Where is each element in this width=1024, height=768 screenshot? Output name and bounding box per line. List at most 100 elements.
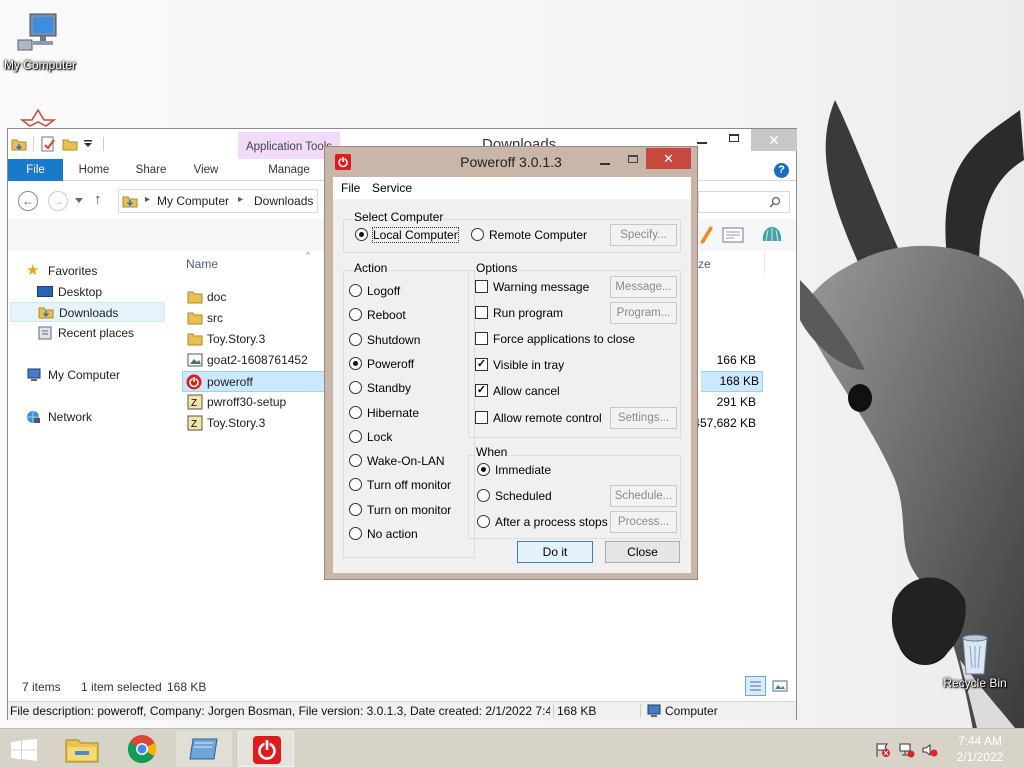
- computer-icon: [17, 13, 57, 51]
- option-checkbox-warning-message[interactable]: Warning message: [475, 279, 589, 295]
- schedule-button[interactable]: Schedule...: [610, 485, 677, 507]
- process-button[interactable]: Process...: [610, 511, 677, 533]
- taskbar-poweroff[interactable]: [238, 731, 294, 767]
- option-button-message[interactable]: Message...: [610, 276, 677, 298]
- breadcrumb-downloads[interactable]: Downloads: [254, 194, 313, 208]
- back-button[interactable]: ←: [18, 191, 38, 211]
- option-button-settings[interactable]: Settings...: [610, 407, 677, 429]
- folder-icon: [187, 333, 203, 346]
- remote-computer-radio[interactable]: Remote Computer: [471, 227, 587, 243]
- large-icons-button[interactable]: [770, 676, 790, 696]
- search-box[interactable]: [698, 191, 790, 213]
- radio-indicator: [471, 228, 484, 241]
- file-row[interactable]: doc: [183, 287, 323, 308]
- do-it-button[interactable]: Do it: [517, 541, 593, 563]
- option-checkbox-allow-cancel[interactable]: ✓ Allow cancel: [475, 383, 560, 399]
- start-button[interactable]: [0, 731, 48, 767]
- taskbar-explorer[interactable]: [55, 731, 111, 767]
- nav-desktop[interactable]: Desktop: [18, 282, 163, 302]
- menu-file[interactable]: File: [341, 181, 360, 195]
- tab-share[interactable]: Share: [128, 159, 174, 181]
- forward-button[interactable]: →: [48, 191, 68, 211]
- address-bar[interactable]: ▸ My Computer ▸ Downloads: [118, 189, 318, 213]
- local-computer-radio[interactable]: Local Computer: [355, 227, 459, 243]
- nav-favorites[interactable]: ★ Favorites: [18, 261, 163, 281]
- file-row[interactable]: Z pwroff30-setup: [183, 392, 323, 413]
- scheduled-radio[interactable]: Scheduled: [477, 488, 552, 504]
- tab-file[interactable]: File: [8, 159, 63, 181]
- action-radio-no-action[interactable]: No action: [349, 526, 418, 542]
- maximize-button[interactable]: [621, 151, 645, 169]
- option-checkbox-force-applications-to-close[interactable]: Force applications to close: [475, 331, 635, 347]
- action-radio-standby[interactable]: Standby: [349, 380, 411, 396]
- action-radio-wake-on-lan[interactable]: Wake-On-LAN: [349, 453, 445, 469]
- qat-dropdown-icon[interactable]: [83, 139, 93, 149]
- tab-view[interactable]: View: [184, 159, 228, 181]
- option-checkbox-allow-remote-control[interactable]: Allow remote control: [475, 410, 602, 426]
- immediate-radio[interactable]: Immediate: [477, 462, 551, 478]
- details-view-button[interactable]: [745, 676, 766, 696]
- tab-home[interactable]: Home: [70, 159, 118, 181]
- nav-recent-places[interactable]: Recent places: [18, 323, 163, 343]
- nav-my-computer[interactable]: My Computer: [18, 365, 163, 385]
- recent-places-icon: [38, 326, 52, 340]
- poweroff-icon: [253, 736, 281, 764]
- poweroff-titlebar[interactable]: Poweroff 3.0.1.3 ✕: [325, 147, 697, 177]
- close-button[interactable]: ✕: [646, 148, 691, 169]
- chevron-down-icon[interactable]: [75, 198, 83, 204]
- desktop-icon-my-computer[interactable]: My Computer: [0, 10, 80, 72]
- preview-pane-icon[interactable]: [722, 227, 744, 243]
- taskbar-chrome[interactable]: [115, 731, 171, 767]
- help-icon[interactable]: ?: [774, 163, 789, 178]
- action-radio-hibernate[interactable]: Hibernate: [349, 405, 419, 421]
- option-checkbox-run-program[interactable]: Run program: [475, 305, 563, 321]
- tab-manage[interactable]: Manage: [260, 159, 318, 181]
- action-radio-logoff[interactable]: Logoff: [349, 283, 400, 299]
- dialog-title: Poweroff 3.0.1.3: [460, 154, 562, 170]
- divider: [640, 704, 641, 718]
- app-shortcut-icon[interactable]: [18, 108, 58, 130]
- minimize-button[interactable]: [593, 151, 617, 169]
- breadcrumb-my-computer[interactable]: My Computer: [157, 194, 229, 208]
- nav-network[interactable]: Network: [18, 407, 163, 427]
- action-center-flag-icon[interactable]: [875, 742, 891, 758]
- menu-service[interactable]: Service: [372, 181, 412, 195]
- action-radio-reboot[interactable]: Reboot: [349, 307, 406, 323]
- option-button-program[interactable]: Program...: [610, 302, 677, 324]
- taskbar-app[interactable]: [176, 731, 232, 767]
- file-size-selected[interactable]: 168 KB: [701, 371, 763, 392]
- action-radio-shutdown[interactable]: Shutdown: [349, 332, 420, 348]
- column-header-size[interactable]: ze: [698, 257, 711, 271]
- radio-indicator: [349, 527, 362, 540]
- action-radio-lock[interactable]: Lock: [349, 429, 392, 445]
- file-row[interactable]: src: [183, 308, 323, 329]
- after-process-radio[interactable]: After a process stops: [477, 514, 608, 530]
- shell-icon[interactable]: [760, 223, 784, 247]
- edit-icon[interactable]: [700, 225, 714, 245]
- file-row[interactable]: Z Toy.Story.3: [183, 413, 323, 434]
- desktop-icon-recycle-bin[interactable]: Recycle Bin: [935, 632, 1015, 690]
- new-folder-icon[interactable]: [62, 136, 78, 152]
- qat-separator: [33, 137, 34, 151]
- volume-muted-icon[interactable]: [922, 742, 938, 758]
- action-radio-turn-off-monitor[interactable]: Turn off monitor: [349, 477, 451, 493]
- column-header-name[interactable]: Name: [186, 257, 218, 271]
- close-dialog-button[interactable]: Close: [605, 541, 680, 563]
- clock[interactable]: 7:44 AM 2/1/2022: [950, 733, 1010, 765]
- action-radio-poweroff[interactable]: Poweroff: [349, 356, 414, 372]
- desktop-icon: [37, 286, 53, 297]
- option-checkbox-visible-in-tray[interactable]: ✓ Visible in tray: [475, 357, 564, 373]
- specify-button[interactable]: Specify...: [610, 224, 677, 246]
- up-button[interactable]: ↑: [94, 191, 102, 208]
- maximize-button[interactable]: [720, 129, 748, 151]
- action-radio-turn-on-monitor[interactable]: Turn on monitor: [349, 502, 451, 518]
- close-button[interactable]: ✕: [751, 129, 797, 151]
- file-row[interactable]: Toy.Story.3: [183, 329, 323, 350]
- navigation-pane: ★ Favorites Desktop Downloads Recent pla…: [8, 251, 171, 679]
- file-row-selected[interactable]: poweroff: [182, 371, 325, 392]
- network-tray-icon[interactable]: [899, 742, 915, 758]
- radio-indicator: [355, 228, 368, 241]
- nav-downloads[interactable]: Downloads: [10, 302, 165, 322]
- file-row[interactable]: goat2-1608761452: [183, 350, 328, 371]
- properties-icon[interactable]: [40, 136, 56, 152]
